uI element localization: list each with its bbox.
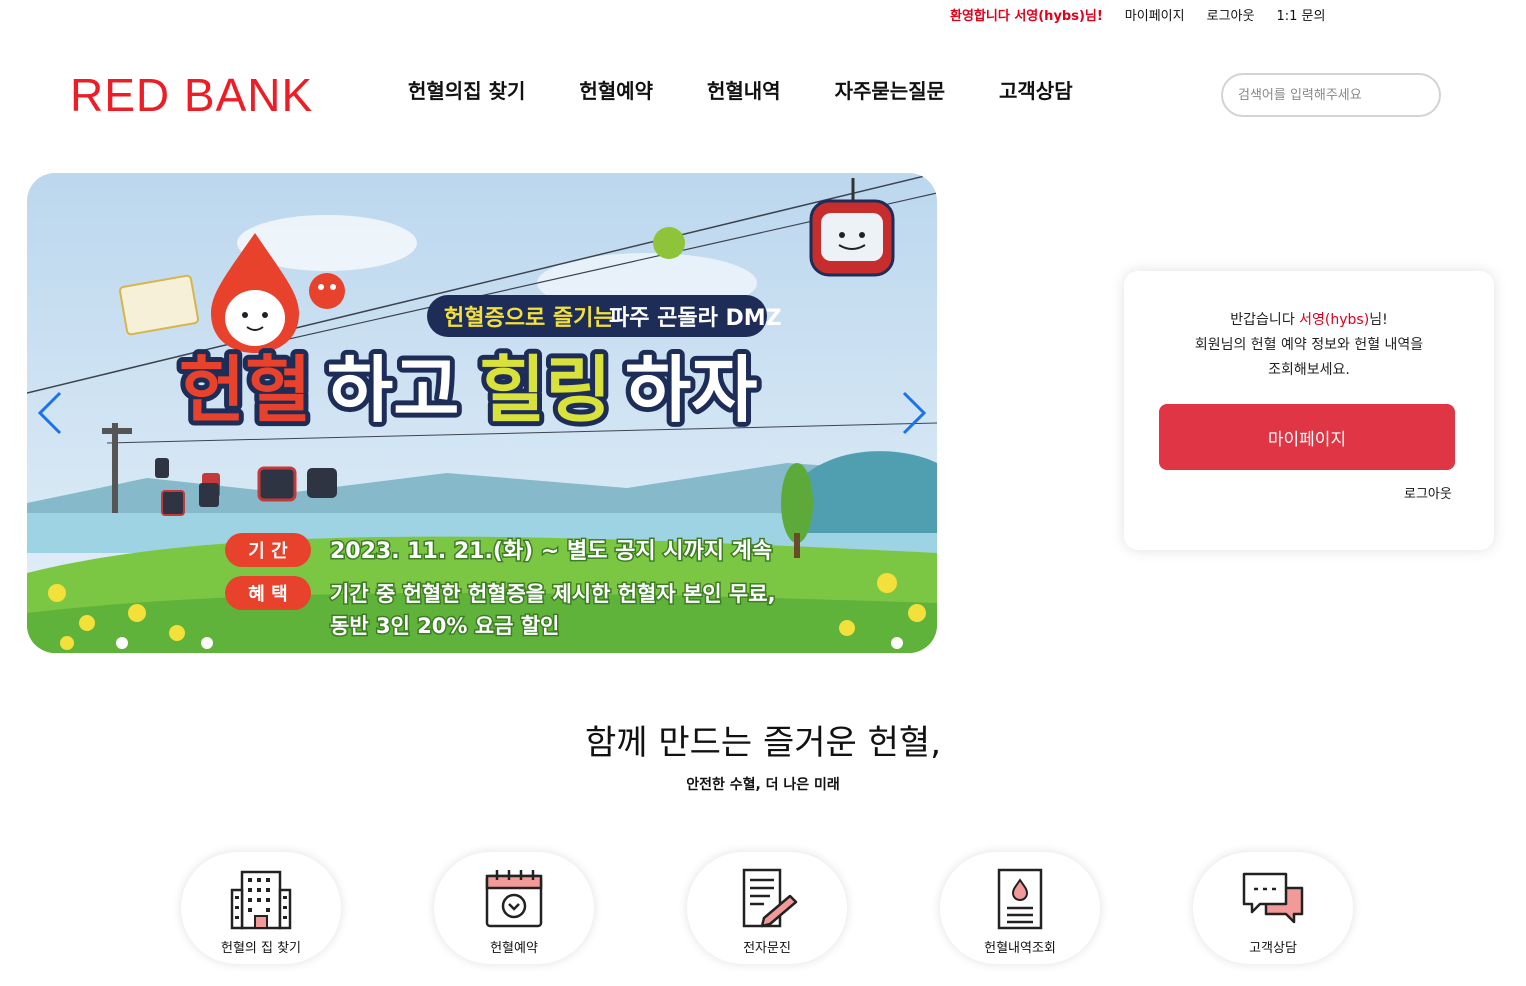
document-pen-icon [742,868,798,928]
banner-title-part2: 하고 [327,348,459,432]
top-utility-bar: 환영합니다 서영(hybs)님! 마이페이지 로그아웃 1:1 문의 [950,5,1325,24]
quick-counsel-label: 고객상담 [1249,941,1297,956]
calendar-icon [485,870,543,928]
greeting-prefix: 반갑습니다 [1230,312,1300,328]
nav-find-center[interactable]: 헌혈의집 찾기 [408,75,525,104]
hero-banner[interactable]: 헌혈증으로 즐기는 파주 곤돌라 DMZ 헌혈 하고 힐링 하자 기 간 202… [27,173,937,653]
banner-title-part3: 힐링 [479,348,611,432]
search-box [1221,73,1441,117]
mypage-button[interactable]: 마이페이지 [1159,404,1455,470]
greeting-line2: 회원님의 헌혈 예약 정보와 헌혈 내역을 [1194,337,1424,353]
banner-title-part4: 하자 [625,348,757,432]
card-logout-link[interactable]: 로그아웃 [1404,483,1452,502]
chat-bubbles-icon [1242,872,1304,924]
quick-e-questionnaire-label: 전자문진 [743,941,791,956]
building-icon [230,870,292,930]
banner-next-arrow-icon[interactable] [898,390,928,436]
top-inquiry-link[interactable]: 1:1 문의 [1276,5,1325,24]
banner-benefit-label: 혜 택 [248,584,287,605]
nav-history[interactable]: 헌혈내역 [707,75,781,104]
blood-record-icon [997,868,1043,930]
banner-benefit-line2: 동반 3인 20% 요금 할인 [330,614,559,638]
quick-reservation-label: 헌혈예약 [490,941,538,956]
site-logo[interactable]: RED BANK [70,68,313,122]
greeting-suffix: 님! [1369,312,1388,328]
banner-title-part1: 헌혈 [179,348,311,432]
banner-subtitle-b: 파주 곤돌라 DMZ [609,306,782,331]
banner-subtitle-a: 헌혈증으로 즐기는 [444,306,614,331]
banner-image: 헌혈증으로 즐기는 파주 곤돌라 DMZ 헌혈 하고 힐링 하자 기 간 202… [27,173,937,653]
nav-reservation[interactable]: 헌혈예약 [579,75,653,104]
top-mypage-link[interactable]: 마이페이지 [1125,5,1185,24]
quick-history-label: 헌혈내역조회 [984,941,1056,956]
quick-find-center-label: 헌혈의 집 찾기 [220,941,302,956]
banner-benefit-line1: 기간 중 헌혈한 헌혈증을 제시한 헌혈자 본인 무료, [330,582,776,606]
member-greeting: 반갑습니다 서영(hybs)님! 회원님의 헌혈 예약 정보와 헌혈 내역을 조… [1124,308,1494,383]
top-logout-link[interactable]: 로그아웃 [1207,5,1255,24]
member-welcome-card: 반갑습니다 서영(hybs)님! 회원님의 헌혈 예약 정보와 헌혈 내역을 조… [1124,271,1494,550]
quick-counsel[interactable]: 고객상담 [1193,852,1353,964]
search-input[interactable] [1223,75,1439,115]
banner-period-label: 기 간 [248,541,288,562]
quick-history[interactable]: 헌혈내역조회 [940,852,1100,964]
tagline-title: 함께 만드는 즐거운 헌혈, [584,723,942,763]
quick-e-questionnaire[interactable]: 전자문진 [687,852,847,964]
nav-faq[interactable]: 자주묻는질문 [835,75,945,104]
tagline-subtitle: 안전한 수혈, 더 나은 미래 [686,777,840,793]
welcome-message: 환영합니다 서영(hybs)님! [950,9,1103,24]
greeting-line3: 조회해보세요. [1268,362,1350,378]
main-navigation: 헌혈의집 찾기 헌혈예약 헌혈내역 자주묻는질문 고객상담 [408,75,1127,104]
nav-counsel[interactable]: 고객상담 [999,75,1073,104]
banner-prev-arrow-icon[interactable] [36,390,66,436]
quick-reservation[interactable]: 헌혈예약 [434,852,594,964]
quick-find-center[interactable]: 헌혈의 집 찾기 [181,852,341,964]
banner-period-text: 2023. 11. 21.(화) ~ 별도 공지 시까지 계속 [330,539,772,564]
member-name: 서영(hybs) [1299,312,1370,328]
